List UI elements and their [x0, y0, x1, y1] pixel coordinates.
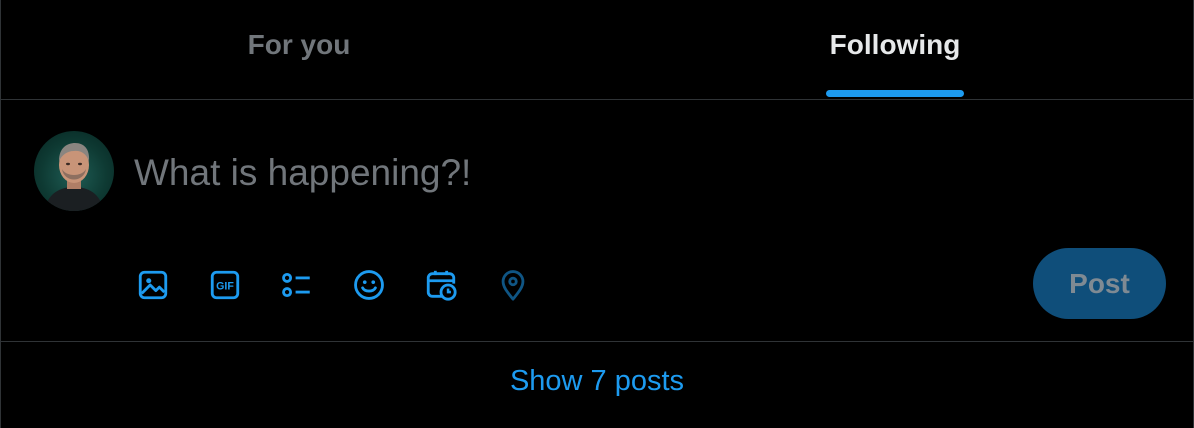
schedule-icon [426, 270, 457, 301]
composer-toolbar: GIF [135, 265, 567, 305]
tab-following[interactable]: Following [597, 0, 1193, 99]
location-button[interactable] [495, 267, 531, 303]
active-tab-indicator [826, 90, 964, 97]
home-timeline-header: For you Following What is happening?! GI… [0, 0, 1194, 428]
compose-input[interactable] [134, 150, 1034, 196]
gif-button[interactable]: GIF [207, 267, 243, 303]
image-icon [138, 270, 168, 300]
schedule-button[interactable] [423, 267, 459, 303]
tab-label: Following [829, 29, 961, 60]
avatar-photo [44, 143, 104, 211]
gif-icon: GIF [210, 270, 240, 300]
avatar[interactable] [34, 131, 114, 211]
emoji-button[interactable] [351, 267, 387, 303]
timeline-tabs: For you Following [1, 0, 1193, 100]
media-button[interactable] [135, 267, 171, 303]
gif-icon-text: GIF [216, 280, 234, 292]
show-new-posts-button[interactable]: Show 7 posts [1, 342, 1193, 428]
tab-for-you[interactable]: For you [1, 0, 597, 99]
post-button[interactable]: Post [1033, 248, 1166, 319]
emoji-icon [354, 270, 384, 300]
poll-icon [282, 272, 310, 298]
post-composer: GIF [1, 100, 1193, 342]
tab-label: For you [247, 29, 351, 60]
show-posts-label: Show 7 posts [509, 364, 685, 397]
location-icon [501, 270, 525, 301]
poll-button[interactable] [279, 267, 315, 303]
